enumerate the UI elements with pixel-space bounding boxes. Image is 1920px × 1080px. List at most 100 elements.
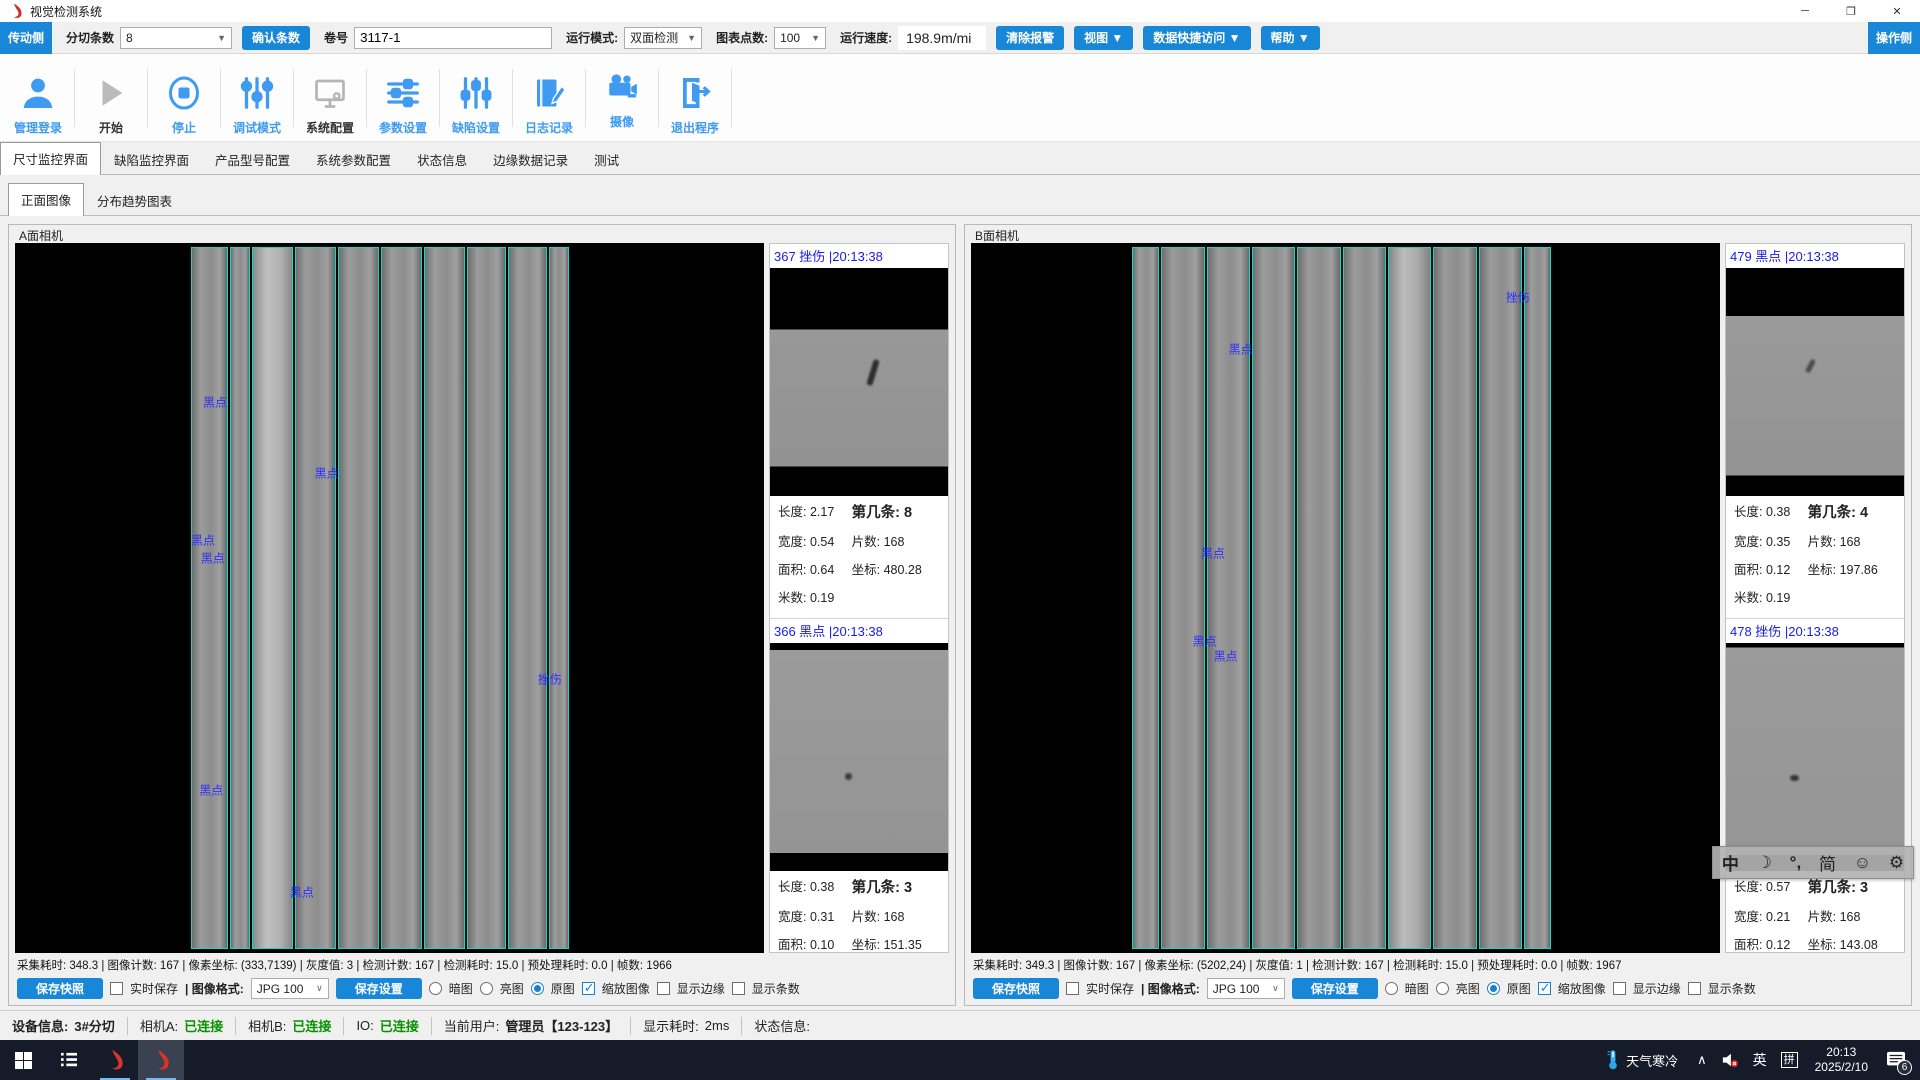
start-button[interactable]: 开始 xyxy=(79,60,143,136)
ime-emoji-icon[interactable]: ☺ xyxy=(1854,853,1871,873)
dark-image-radio[interactable] xyxy=(1385,982,1398,995)
tool-label: 日志记录 xyxy=(525,119,573,136)
ime-mode-indicator[interactable]: 拼 xyxy=(1774,1040,1805,1080)
chart-points-select[interactable]: 100 ▼ xyxy=(774,27,826,49)
data-quick-access-button[interactable]: 数据快捷访问 ▼ xyxy=(1143,26,1250,50)
show-edges-checkbox[interactable] xyxy=(1613,982,1626,995)
defect-width: 宽度: 0.54 xyxy=(778,531,852,550)
ime-fullwidth-moon-icon[interactable]: ☽ xyxy=(1757,853,1772,873)
save-snapshot-button[interactable]: 保存快照 xyxy=(17,978,103,999)
zoom-image-checkbox[interactable] xyxy=(1538,982,1551,995)
admin-login-button[interactable]: 管理登录 xyxy=(6,60,70,136)
confirm-count-button[interactable]: 确认条数 xyxy=(242,26,310,50)
taskbar-app-vision[interactable] xyxy=(92,1040,138,1080)
original-image-radio[interactable] xyxy=(531,982,544,995)
image-format-select[interactable]: JPG 100 ∨ xyxy=(251,978,329,999)
run-mode-select[interactable]: 双面检测 ▼ xyxy=(624,27,702,49)
volume-muted-icon[interactable] xyxy=(1714,1040,1746,1080)
tab-front-image[interactable]: 正面图像 xyxy=(8,183,84,216)
camera-b-controls: 保存快照 实时保存 | 图像格式: JPG 100 ∨ 保存设置 暗图 亮图 原… xyxy=(971,975,1905,1001)
save-settings-button[interactable]: 保存设置 xyxy=(1292,978,1378,999)
bright-image-radio[interactable] xyxy=(1436,982,1449,995)
tab-size-monitor[interactable]: 尺寸监控界面 xyxy=(0,142,101,175)
camera-b-image[interactable]: 挫伤 黑点 黑点 黑点 黑点 xyxy=(971,243,1720,953)
status-info-label: 状态信息: xyxy=(754,1016,810,1035)
exit-program-button[interactable]: 退出程序 xyxy=(663,60,727,136)
ime-chinese-mode[interactable]: 中 xyxy=(1722,850,1739,875)
realtime-save-checkbox[interactable] xyxy=(1066,982,1079,995)
show-strips-checkbox[interactable] xyxy=(732,982,745,995)
tab-defect-monitor[interactable]: 缺陷监控界面 xyxy=(101,143,202,174)
defect-card[interactable]: 479 黑点 |20:13:38 长度: 0.38 第几条: 4 宽度: 0.3… xyxy=(1726,244,1904,608)
camera-a-title: A面相机 xyxy=(17,227,65,244)
tab-product-model[interactable]: 产品型号配置 xyxy=(202,143,303,174)
tab-edge-data[interactable]: 边缘数据记录 xyxy=(480,143,581,174)
main-tab-bar: 尺寸监控界面 缺陷监控界面 产品型号配置 系统参数配置 状态信息 边缘数据记录 … xyxy=(0,142,1920,175)
defect-length: 长度: 0.38 xyxy=(1734,501,1808,522)
defect-label: 挫伤 xyxy=(1506,288,1530,305)
capture-button[interactable]: 摄像 xyxy=(590,56,654,140)
bright-image-radio[interactable] xyxy=(480,982,493,995)
defect-header: 478 挫伤 |20:13:38 xyxy=(1726,619,1904,643)
action-center-button[interactable]: 6 xyxy=(1878,1040,1920,1080)
tab-system-params[interactable]: 系统参数配置 xyxy=(303,143,404,174)
notification-badge: 6 xyxy=(1897,1060,1912,1075)
operator-side-button[interactable]: 操作侧 xyxy=(1868,22,1920,54)
ime-toolbar[interactable]: 中 ☽ °, 简 ☺ ⚙ xyxy=(1712,846,1914,879)
show-edges-checkbox[interactable] xyxy=(657,982,670,995)
defect-settings-button[interactable]: 缺陷设置 xyxy=(444,60,508,136)
defect-info: 长度: 0.38 第几条: 3 宽度: 0.31 片数: 168 面积: 0.1… xyxy=(770,871,948,953)
defect-card[interactable]: 366 黑点 |20:13:38 长度: 0.38 第几条: 3 宽度: 0.3… xyxy=(770,618,948,953)
slit-count-select[interactable]: 8 ▼ xyxy=(120,27,232,49)
original-image-radio[interactable] xyxy=(1487,982,1500,995)
zoom-image-checkbox[interactable] xyxy=(582,982,595,995)
sub-tab-bar: 正面图像 分布趋势图表 xyxy=(0,183,1920,216)
ime-settings-gear-icon[interactable]: ⚙ xyxy=(1889,853,1904,873)
save-snapshot-button[interactable]: 保存快照 xyxy=(973,978,1059,999)
parameter-settings-button[interactable]: 参数设置 xyxy=(371,60,435,136)
task-view-button[interactable] xyxy=(46,1040,92,1080)
view-menu-button[interactable]: 视图 ▼ xyxy=(1074,26,1133,50)
image-format-select[interactable]: JPG 100 ∨ xyxy=(1207,978,1285,999)
debug-mode-button[interactable]: 调试模式 xyxy=(225,60,289,136)
clear-alarm-button[interactable]: 清除报警 xyxy=(996,26,1064,50)
taskbar-clock[interactable]: 20:13 2025/2/10 xyxy=(1805,1045,1878,1075)
minimize-button[interactable]: ─ xyxy=(1782,0,1828,22)
tab-status-info[interactable]: 状态信息 xyxy=(404,143,480,174)
drive-side-button[interactable]: 传动侧 xyxy=(0,22,52,54)
show-strips-label: 显示条数 xyxy=(1708,980,1756,997)
dark-image-radio[interactable] xyxy=(429,982,442,995)
defect-header: 367 挫伤 |20:13:38 xyxy=(770,244,948,268)
tab-distribution-chart[interactable]: 分布趋势图表 xyxy=(84,184,185,215)
language-indicator[interactable]: 英 xyxy=(1746,1040,1774,1080)
strip-overlay xyxy=(1132,247,1551,949)
ime-punctuation-mode[interactable]: °, xyxy=(1790,853,1802,873)
ime-simplified-mode[interactable]: 简 xyxy=(1819,850,1836,875)
log-record-button[interactable]: 日志记录 xyxy=(517,60,581,136)
defect-card[interactable]: 367 挫伤 |20:13:38 长度: 2.17 第几条: 8 宽度: 0.5… xyxy=(770,244,948,608)
weather-widget[interactable]: 天气寒冷 xyxy=(1594,1050,1690,1070)
camera-a-image[interactable]: 黑点 黑点 黑点 黑点 挫伤 黑点 黑点 xyxy=(15,243,764,953)
chevron-down-icon: ▼ xyxy=(211,33,226,43)
defect-area: 面积: 0.12 xyxy=(1734,934,1808,953)
realtime-save-checkbox[interactable] xyxy=(110,982,123,995)
stop-button[interactable]: 停止 xyxy=(152,60,216,136)
show-strips-checkbox[interactable] xyxy=(1688,982,1701,995)
save-settings-button[interactable]: 保存设置 xyxy=(336,978,422,999)
close-button[interactable]: ✕ xyxy=(1874,0,1920,22)
pinyin-badge: 拼 xyxy=(1781,1052,1798,1068)
realtime-save-label: 实时保存 xyxy=(1086,980,1134,997)
defect-piece-count: 片数: 168 xyxy=(1808,906,1896,925)
defect-label: 黑点 xyxy=(191,532,215,549)
tab-test[interactable]: 测试 xyxy=(581,143,632,174)
dark-image-label: 暗图 xyxy=(449,980,473,997)
tool-label: 退出程序 xyxy=(671,119,719,136)
roll-number-input[interactable] xyxy=(354,27,552,49)
system-config-button[interactable]: 系统配置 xyxy=(298,60,362,136)
taskbar-app-vision-active[interactable] xyxy=(138,1040,184,1080)
help-menu-button[interactable]: 帮助 ▼ xyxy=(1261,26,1320,50)
maximize-button[interactable]: ❐ xyxy=(1828,0,1874,22)
start-button[interactable] xyxy=(0,1040,46,1080)
tray-expand-button[interactable]: ∧ xyxy=(1690,1040,1714,1080)
defect-card[interactable]: 478 挫伤 |20:13:38 长度: 0.57 第几条: 3 宽度: 0.2… xyxy=(1726,618,1904,953)
